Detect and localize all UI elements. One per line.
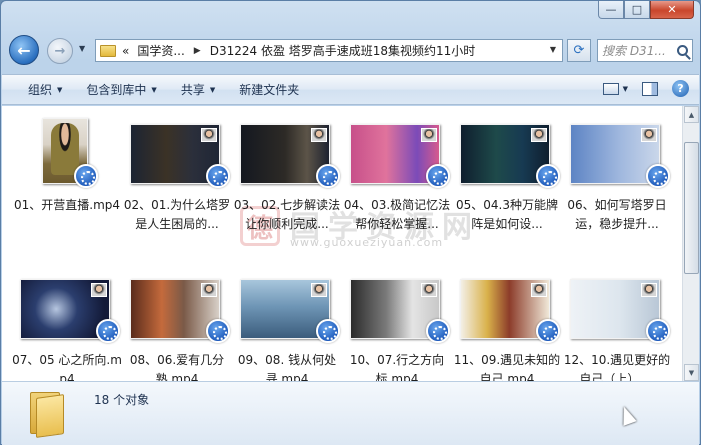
file-name: 05、04.3种万能牌阵是如何设... [456, 198, 558, 231]
file-name: 07、05 心之所向.mp4 [12, 353, 122, 381]
media-player-icon [426, 164, 450, 188]
mouse-cursor-icon [617, 404, 637, 426]
presenter-image [51, 123, 79, 175]
file-item[interactable]: 11、09.遇见未知的自己.mp4 [452, 275, 562, 381]
forward-button[interactable]: → [47, 38, 73, 64]
scroll-down-button[interactable]: ▼ [684, 364, 699, 381]
maximize-button[interactable]: □ [624, 1, 650, 19]
share-label: 共享 [180, 83, 205, 97]
vertical-scrollbar[interactable]: ▲ ▼ [682, 106, 699, 381]
address-dropdown-icon[interactable]: ▼ [550, 45, 556, 54]
navigation-bar: ← → ▼ « 国学资... ▶ D31224 依盈 塔罗高手速成班18集视频约… [9, 35, 693, 67]
file-name: 09、08. 钱从何处寻.mp4 [237, 353, 337, 381]
view-options-dropdown[interactable]: ▼ [623, 85, 628, 93]
presenter-inset-image [641, 128, 657, 142]
file-item[interactable]: 04、03.极简记忆法帮你轻松掌握... [342, 120, 452, 250]
breadcrumb-separator-icon[interactable]: ▶ [194, 46, 201, 56]
organize-menu[interactable]: 组织 ▼ [2, 81, 74, 98]
presenter-inset-image [421, 283, 437, 297]
presenter-inset-image [201, 283, 217, 297]
file-name: 02、01.为什么塔罗是人生困局的... [123, 198, 231, 231]
recent-pages-dropdown[interactable]: ▼ [79, 44, 85, 53]
presenter-inset-image [201, 128, 217, 142]
media-player-icon [646, 319, 670, 343]
search-box[interactable]: 搜索 D31... [597, 39, 693, 62]
command-bar: 组织 ▼ 包含到库中 ▼ 共享 ▼ 新建文件夹 ▼ ? [2, 74, 699, 105]
file-name: 08、06.爱有几分熟.mp4 [129, 353, 225, 381]
breadcrumb-item-guoxue[interactable]: 国学资... [137, 42, 184, 59]
file-item[interactable]: 08、06.爱有几分熟.mp4 [122, 275, 232, 381]
explorer-window: — □ ✕ ← → ▼ « 国学资... ▶ D31224 依盈 塔罗高手速成班… [0, 0, 701, 445]
item-count: 18 个对象 [94, 393, 150, 407]
details-pane: 18 个对象 [2, 381, 699, 445]
include-in-library-label: 包含到库中 [86, 83, 147, 97]
scroll-up-button[interactable]: ▲ [684, 106, 699, 123]
organize-label: 组织 [28, 83, 53, 97]
presenter-inset-image [421, 128, 437, 142]
minimize-button[interactable]: — [598, 1, 624, 19]
media-player-icon [316, 319, 340, 343]
media-player-icon [206, 319, 230, 343]
media-player-icon [646, 164, 670, 188]
breadcrumb-overflow[interactable]: « [122, 44, 129, 58]
file-name: 10、07.行之方向标.mp4 [349, 353, 445, 381]
file-name: 03、02.七步解读法让你顺利完成... [233, 198, 341, 231]
file-list-pane[interactable]: 德 国学资源网 www.guoxueziyuan.com 01、开营直播.mp4… [2, 106, 699, 381]
file-name: 04、03.极简记忆法帮你轻松掌握... [343, 198, 451, 231]
new-folder-label: 新建文件夹 [239, 83, 300, 97]
folder-icon [30, 390, 66, 438]
help-icon[interactable]: ? [672, 80, 689, 97]
chevron-down-icon: ▼ [151, 85, 157, 94]
breadcrumb-item-current[interactable]: D31224 依盈 塔罗高手速成班18集视频约11小时 [210, 42, 476, 59]
media-player-icon [96, 319, 120, 343]
file-name: 01、开营直播.mp4 [13, 198, 121, 212]
view-controls: ▼ ? [602, 80, 689, 97]
refresh-button[interactable]: ⟳ [567, 39, 591, 62]
chevron-down-icon: ▼ [209, 85, 216, 94]
media-player-icon [426, 319, 450, 343]
presenter-inset-image [531, 128, 547, 142]
file-name: 06、如何写塔罗日运，稳步提升... [567, 198, 667, 231]
preview-pane-icon[interactable] [642, 81, 658, 96]
share-menu[interactable]: 共享 ▼ [169, 81, 227, 98]
file-item[interactable]: 06、如何写塔罗日运，稳步提升... [562, 120, 672, 250]
presenter-inset-image [531, 283, 547, 297]
back-button[interactable]: ← [9, 35, 39, 65]
caption-buttons: — □ ✕ [598, 1, 694, 19]
file-item[interactable]: 07、05 心之所向.mp4 [12, 275, 122, 381]
file-item[interactable]: 03、02.七步解读法让你顺利完成... [232, 120, 342, 250]
change-view-icon[interactable] [602, 82, 619, 95]
presenter-inset-image [311, 283, 327, 297]
media-player-icon [316, 164, 340, 188]
close-button[interactable]: ✕ [650, 1, 694, 19]
media-player-icon [206, 164, 230, 188]
media-player-icon [74, 164, 98, 188]
media-player-icon [536, 164, 560, 188]
file-item[interactable]: 12、10.遇见更好的自己（上）.... [562, 275, 672, 381]
search-icon[interactable] [677, 45, 688, 56]
include-in-library-menu[interactable]: 包含到库中 ▼ [74, 81, 168, 98]
file-item[interactable]: 05、04.3种万能牌阵是如何设... [452, 120, 562, 250]
new-folder-button[interactable]: 新建文件夹 [227, 81, 311, 98]
file-item[interactable]: 01、开营直播.mp4 [12, 118, 122, 250]
search-input[interactable]: 搜索 D31... [602, 42, 666, 59]
folder-icon [100, 44, 116, 57]
chevron-down-icon: ▼ [57, 85, 63, 94]
scroll-thumb[interactable] [684, 142, 699, 274]
presenter-inset-image [641, 283, 657, 297]
file-item[interactable]: 10、07.行之方向标.mp4 [342, 275, 452, 381]
address-bar[interactable]: « 国学资... ▶ D31224 依盈 塔罗高手速成班18集视频约11小时 ▼ [95, 39, 563, 62]
file-name: 11、09.遇见未知的自己.mp4 [453, 353, 561, 381]
presenter-inset-image [311, 128, 327, 142]
file-item[interactable]: 02、01.为什么塔罗是人生困局的... [122, 120, 232, 250]
presenter-inset-image [91, 283, 107, 297]
file-name: 12、10.遇见更好的自己（上）.... [563, 353, 671, 381]
file-item[interactable]: 09、08. 钱从何处寻.mp4 [232, 275, 342, 381]
media-player-icon [536, 319, 560, 343]
